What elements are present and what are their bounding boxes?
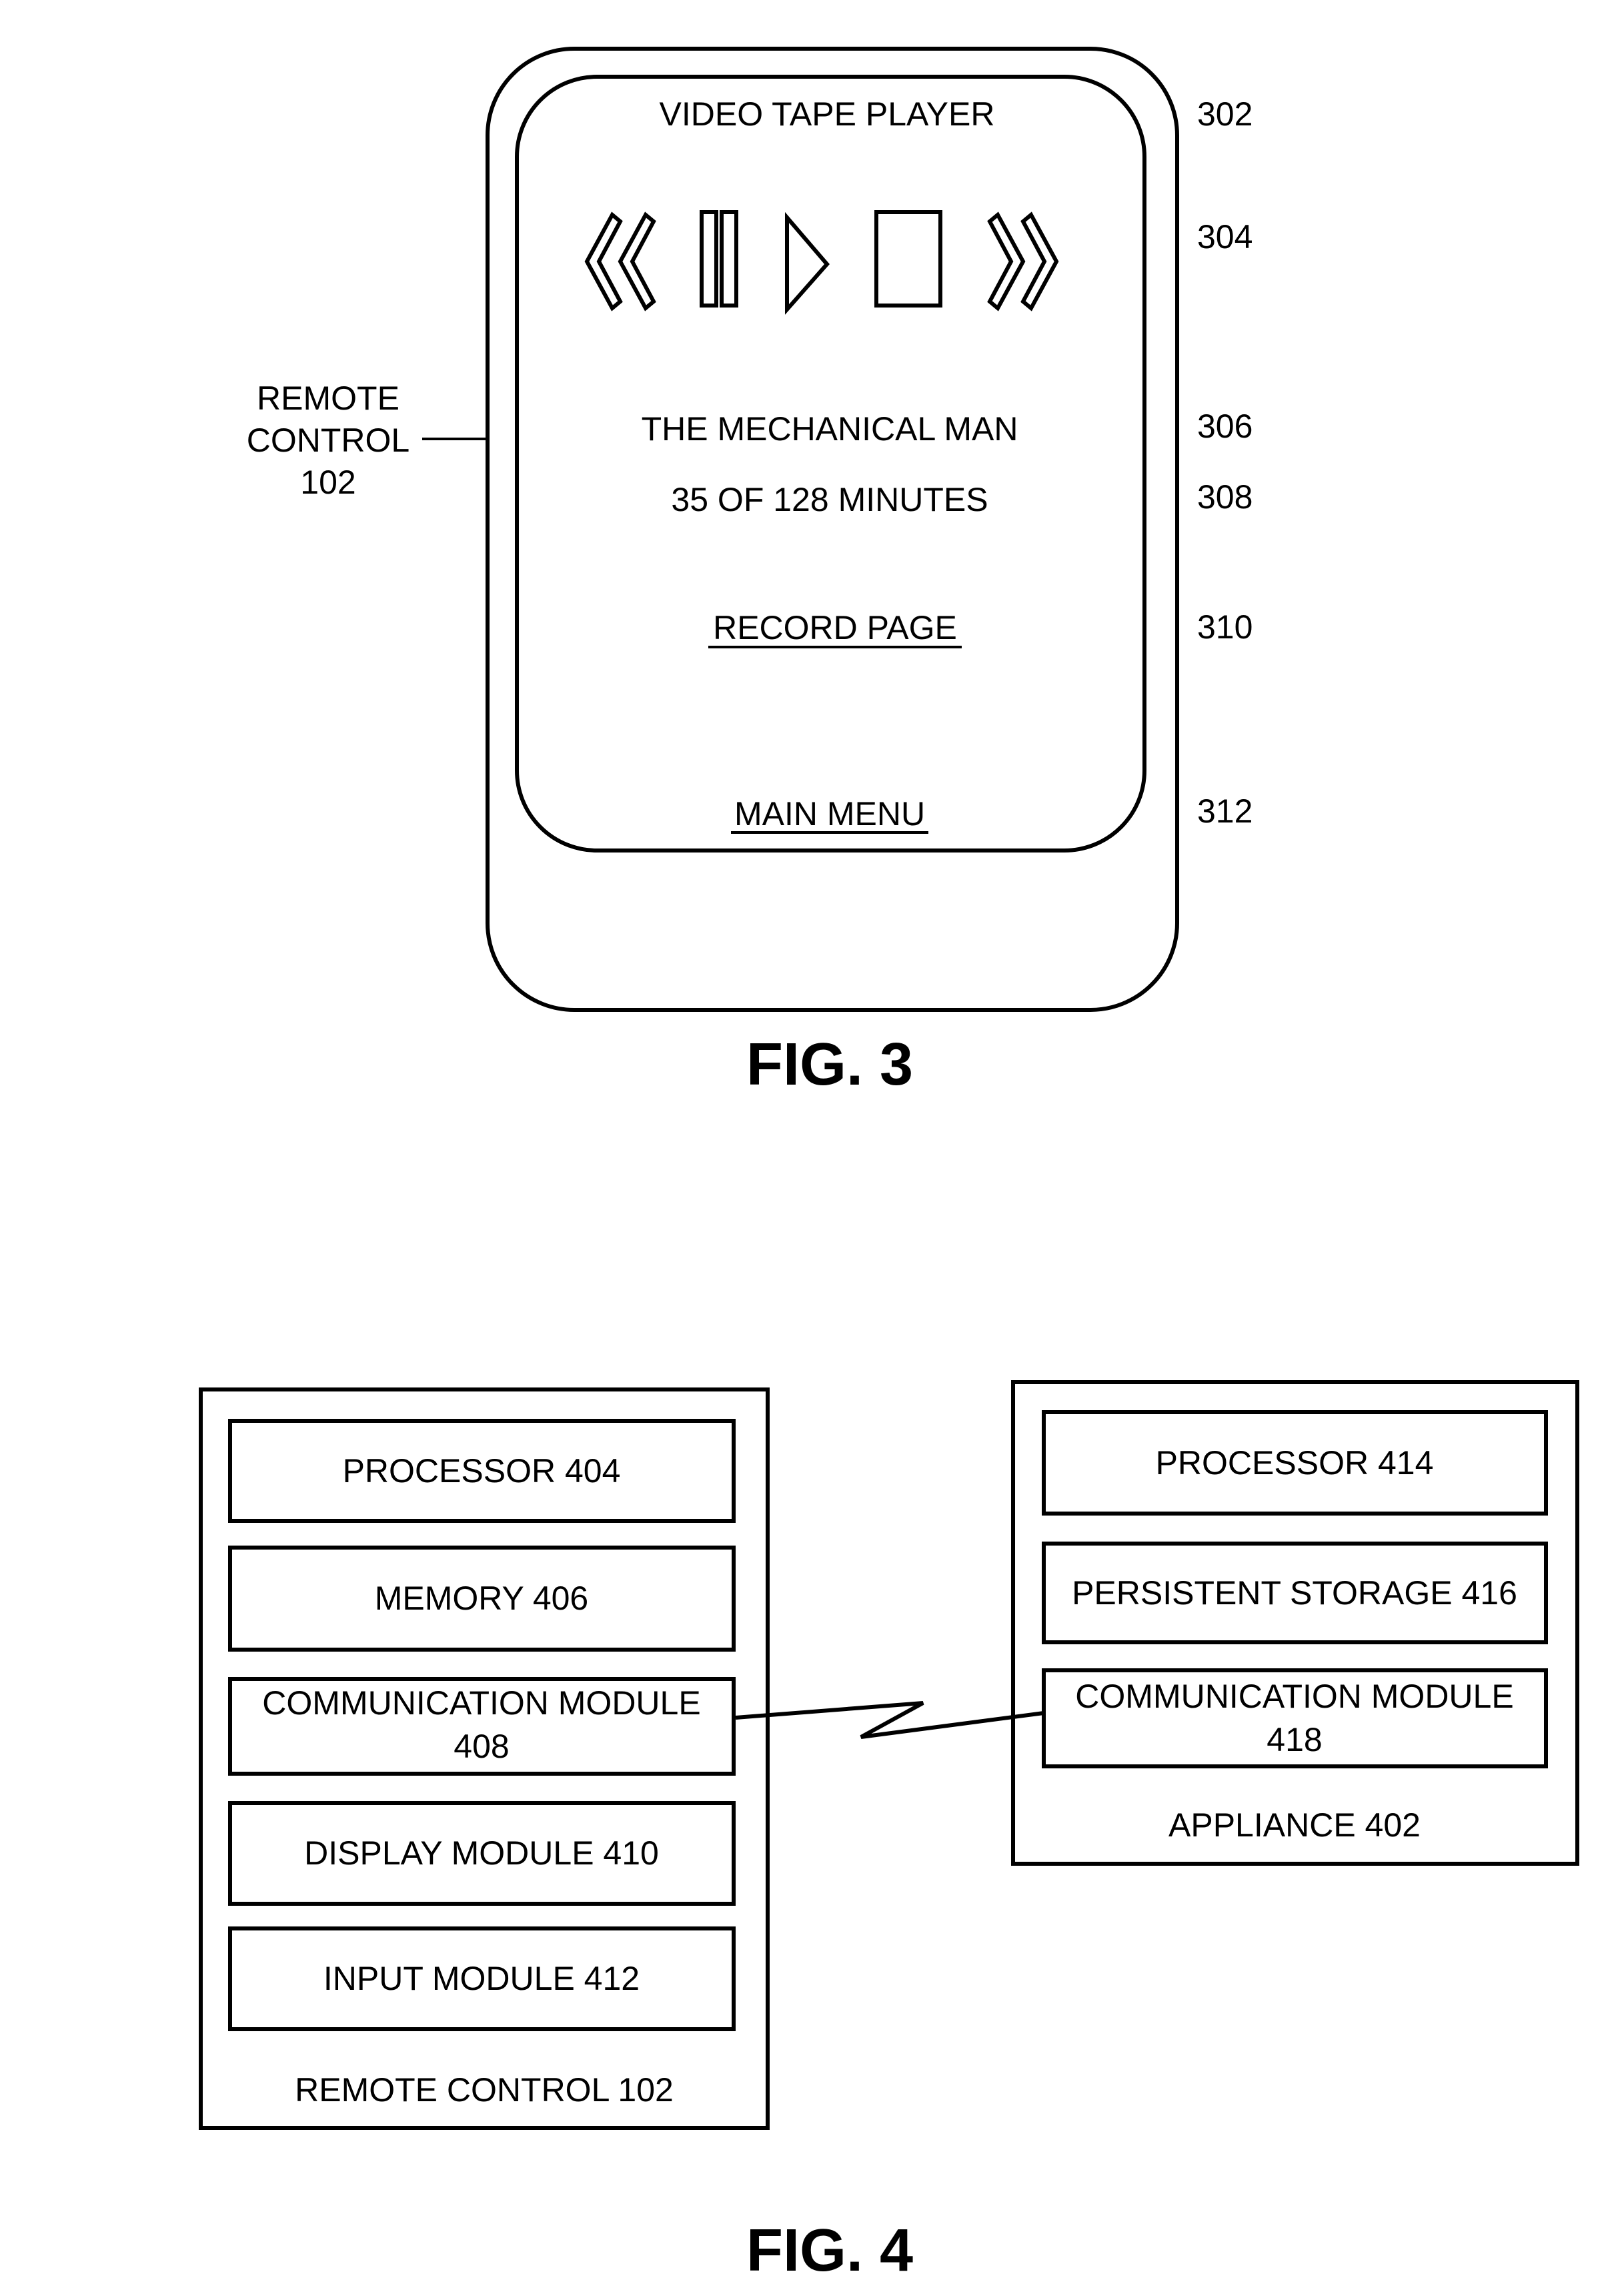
module-processor-404: PROCESSOR 404	[228, 1419, 736, 1523]
module-label: PERSISTENT STORAGE 416	[1072, 1574, 1517, 1612]
remote-display-screen	[515, 75, 1146, 852]
ref-numeral-306: 306	[1197, 408, 1253, 445]
ref-numeral-308: 308	[1197, 478, 1253, 516]
record-page-link[interactable]: RECORD PAGE	[708, 609, 962, 648]
pause-icon	[700, 210, 718, 308]
ref-numeral-310: 310	[1197, 608, 1253, 646]
ref-numeral-304: 304	[1197, 218, 1253, 255]
rewind-icon	[584, 211, 623, 312]
appliance-block-label: APPLIANCE 402	[1168, 1806, 1421, 1844]
fast-forward-button[interactable]	[987, 211, 1059, 312]
program-title: THE MECHANICAL MAN	[642, 410, 1018, 448]
module-label: INPUT MODULE 412	[323, 1960, 640, 1997]
module-label: PROCESSOR 404	[343, 1452, 621, 1490]
rewind-button[interactable]	[584, 211, 656, 312]
rewind-icon-chevron-2	[618, 211, 656, 312]
module-display-410: DISPLAY MODULE 410	[228, 1801, 736, 1906]
play-button[interactable]	[785, 211, 830, 315]
figure-4-caption: FIG. 4	[746, 2217, 913, 2284]
playback-progress-text: 35 OF 128 MINUTES	[671, 481, 988, 518]
module-label-line-2: 408	[454, 1728, 509, 1765]
remote-control-block-label: REMOTE CONTROL 102	[295, 2071, 674, 2109]
module-persistent-storage-416: PERSISTENT STORAGE 416	[1042, 1542, 1548, 1644]
appliance-block: PROCESSOR 414 PERSISTENT STORAGE 416 COM…	[1011, 1380, 1579, 1866]
module-label-line-2: 418	[1267, 1721, 1322, 1758]
patent-drawing-sheet: REMOTE CONTROL 102 VIDEO TAPE PLAYER THE…	[199, 47, 1579, 2284]
ref-numeral-312: 312	[1197, 792, 1253, 830]
device-label-line-2: CONTROL	[247, 422, 410, 459]
module-label: DISPLAY MODULE 410	[304, 1834, 659, 1872]
record-page-link-label: RECORD PAGE	[713, 609, 957, 646]
module-label-line-1: COMMUNICATION MODULE	[262, 1684, 700, 1722]
remote-control-block: PROCESSOR 404 MEMORY 406 COMMUNICATION M…	[199, 1387, 770, 2130]
module-communication-408: COMMUNICATION MODULE 408	[228, 1677, 736, 1776]
module-label-line-1: COMMUNICATION MODULE	[1075, 1678, 1513, 1715]
module-input-412: INPUT MODULE 412	[228, 1926, 736, 2031]
device-label-line-1: REMOTE	[257, 380, 399, 417]
fast-forward-icon-chevron-2	[1020, 211, 1059, 312]
module-label: PROCESSOR 414	[1156, 1444, 1434, 1482]
figure-3-caption: FIG. 3	[746, 1031, 913, 1098]
transport-controls	[584, 210, 1059, 315]
module-communication-418: COMMUNICATION MODULE 418	[1042, 1668, 1548, 1768]
module-label: MEMORY 406	[375, 1580, 589, 1617]
figure-4: PROCESSOR 404 MEMORY 406 COMMUNICATION M…	[199, 1380, 1579, 2284]
ref-numeral-302: 302	[1197, 95, 1253, 133]
wireless-link-icon	[735, 1701, 1044, 1739]
play-icon	[785, 211, 830, 315]
main-menu-link[interactable]: MAIN MENU	[731, 795, 928, 834]
remote-control-body	[486, 47, 1179, 1012]
screen-title: VIDEO TAPE PLAYER	[660, 95, 995, 133]
fast-forward-icon	[987, 211, 1026, 312]
device-label-line-3: 102	[300, 464, 355, 501]
stop-icon	[874, 210, 942, 308]
main-menu-link-label: MAIN MENU	[734, 795, 925, 832]
pause-button[interactable]	[700, 210, 738, 308]
pause-icon-bar-2	[720, 210, 738, 308]
module-processor-414: PROCESSOR 414	[1042, 1410, 1548, 1516]
stop-button[interactable]	[874, 210, 942, 308]
module-memory-406: MEMORY 406	[228, 1546, 736, 1652]
figure-3: REMOTE CONTROL 102 VIDEO TAPE PLAYER THE…	[247, 47, 1253, 1098]
